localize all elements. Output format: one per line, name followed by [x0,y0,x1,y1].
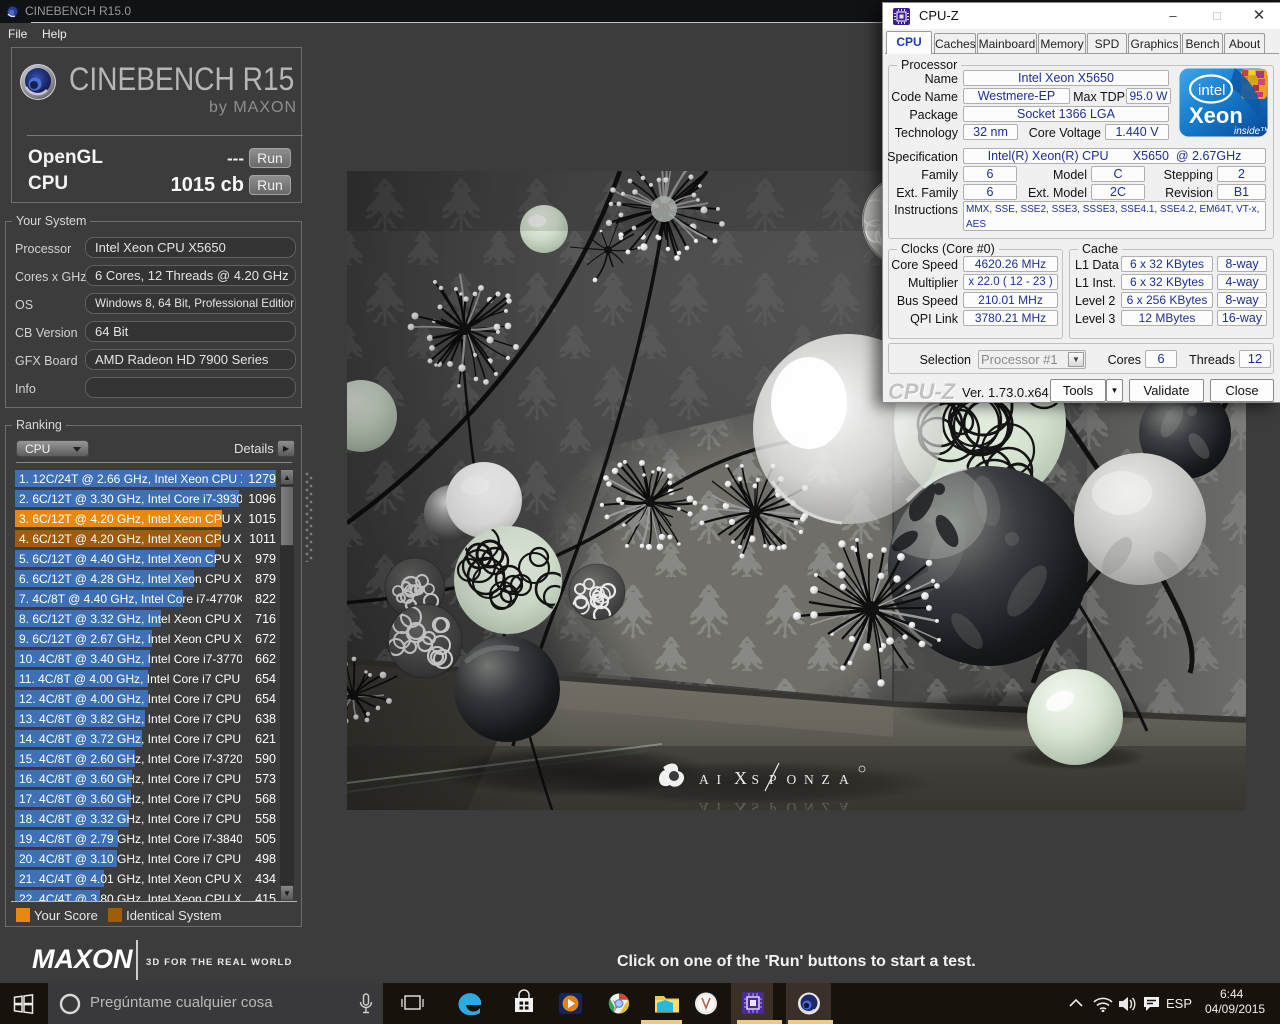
svg-text:I: I [717,772,722,787]
svg-text:Z: Z [822,800,830,810]
svg-text:MAXON: MAXON [32,944,133,974]
svg-text:A: A [699,800,709,810]
svg-text:A: A [839,800,849,810]
svg-text:Xeon: Xeon [1189,103,1243,128]
svg-text:Z: Z [822,772,830,787]
svg-text:inside™: inside™ [1234,126,1270,137]
svg-text:P: P [769,800,777,810]
svg-text:X: X [734,768,747,788]
svg-text:S: S [752,772,760,787]
svg-text:O: O [787,800,797,810]
svg-text:intel: intel [1198,82,1226,99]
svg-text:3D FOR THE REAL WORLD: 3D FOR THE REAL WORLD [146,957,292,968]
svg-text:I: I [717,800,722,810]
svg-text:A: A [839,772,849,787]
svg-text:X: X [734,799,747,810]
svg-text:A: A [699,772,709,787]
svg-text:S: S [752,800,760,810]
svg-text:N: N [804,772,814,787]
svg-text:N: N [804,800,814,810]
svg-text:O: O [787,772,797,787]
